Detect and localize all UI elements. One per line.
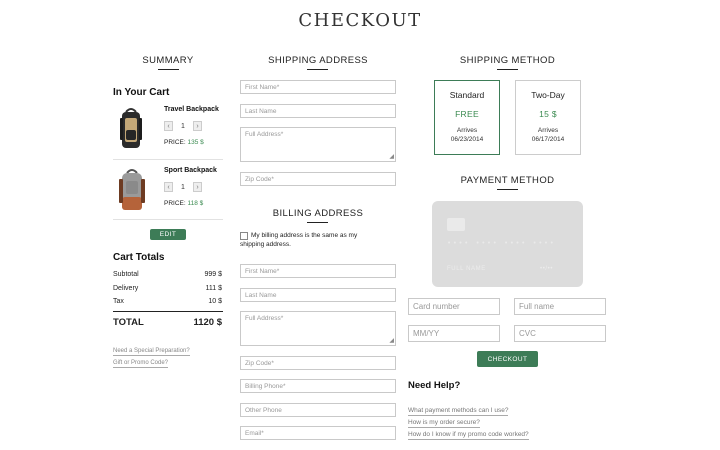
qty-increase-button[interactable]: › [193, 121, 202, 131]
billing-other-phone-input[interactable]: Other Phone [240, 403, 396, 417]
price-row: PRICE: 135 $ [164, 139, 204, 146]
promo-code-link[interactable]: Gift or Promo Code? [113, 360, 169, 368]
cart-item-divider [113, 219, 223, 220]
credit-card-preview: •••• •••• •••• •••• FULL NAME ••/•• [432, 201, 583, 287]
card-name-placeholder: FULL NAME [447, 266, 486, 272]
option-price: FREE [455, 109, 479, 119]
help-link-wrap: How do I know if my promo code worked? [408, 423, 529, 441]
card-expiry-input[interactable]: MM/YY [408, 325, 500, 342]
card-number-mask: •••• •••• •••• •••• [447, 240, 556, 248]
payment-method-divider [497, 189, 518, 190]
price-label: PRICE: [164, 200, 186, 207]
summary-divider [158, 69, 179, 70]
shipping-address-divider [307, 69, 328, 70]
promo-link-wrap: Gift or Promo Code? [113, 351, 169, 369]
subtotal-row: Subtotal 999 $ [113, 271, 222, 278]
delivery-value: 111 $ [205, 285, 222, 292]
shipping-option-standard[interactable]: Standard FREE Arrives 06/23/2014 [434, 80, 500, 155]
placeholder-text: Full Address* [245, 131, 284, 138]
need-help-heading: Need Help? [408, 380, 461, 391]
edit-cart-button[interactable]: EDIT [150, 229, 186, 240]
shipping-full-address-textarea[interactable]: Full Address* ◢ [240, 127, 396, 162]
qty-value[interactable]: 1 [173, 123, 193, 130]
billing-phone-input[interactable]: Billing Phone* [240, 379, 396, 393]
cart-item-travel-backpack: Travel Backpack ‹ 1 › PRICE: 135 $ [113, 103, 223, 158]
quantity-stepper: ‹ 1 › [164, 182, 202, 192]
price-row: PRICE: 118 $ [164, 200, 203, 207]
card-chip-icon [447, 218, 465, 231]
billing-last-name-input[interactable]: Last Name [240, 288, 396, 302]
delivery-row: Delivery 111 $ [113, 285, 222, 292]
billing-email-input[interactable]: Email* [240, 426, 396, 440]
price-value: 118 $ [187, 200, 204, 207]
product-name: Sport Backpack [164, 167, 217, 174]
shipping-last-name-input[interactable]: Last Name [240, 104, 396, 118]
price-value: 135 $ [187, 139, 204, 146]
option-date: 06/23/2014 [450, 136, 484, 143]
payment-method-heading: PAYMENT METHOD [460, 175, 555, 186]
totals-divider [113, 311, 223, 312]
billing-full-address-textarea[interactable]: Full Address* ◢ [240, 311, 396, 346]
subtotal-value: 999 $ [204, 271, 222, 278]
tax-value: 10 $ [208, 298, 222, 305]
quantity-stepper: ‹ 1 › [164, 121, 202, 131]
cart-item-divider [113, 159, 223, 160]
qty-increase-button[interactable]: › [193, 182, 202, 192]
in-cart-heading: In Your Cart [113, 87, 170, 98]
checkout-button[interactable]: CHECKOUT [477, 351, 538, 367]
billing-first-name-input[interactable]: First Name* [240, 264, 396, 278]
page-title: CHECKOUT [298, 10, 422, 31]
sport-backpack-image [119, 169, 145, 210]
card-number-input[interactable]: Card number [408, 298, 500, 315]
card-cvc-input[interactable]: CVC [514, 325, 606, 342]
total-value: 1120 $ [193, 317, 222, 328]
shipping-address-heading: SHIPPING ADDRESS [268, 55, 368, 66]
total-label: TOTAL [113, 317, 144, 328]
total-row: TOTAL 1120 $ [113, 317, 222, 328]
subtotal-label: Subtotal [113, 271, 139, 278]
card-full-name-input[interactable]: Full name [514, 298, 606, 315]
qty-decrease-button[interactable]: ‹ [164, 121, 173, 131]
option-date: 06/17/2014 [531, 136, 565, 143]
option-arrives-label: Arrives [537, 127, 559, 134]
shipping-zip-input[interactable]: Zip Code* [240, 172, 396, 186]
summary-heading: SUMMARY [142, 55, 194, 66]
billing-address-divider [307, 222, 328, 223]
shipping-method-heading: SHIPPING METHOD [459, 55, 556, 66]
same-address-label: My billing address is the same as my shi… [240, 232, 358, 248]
card-expiry-mask: ••/•• [540, 266, 554, 272]
product-name: Travel Backpack [164, 106, 219, 113]
option-price: 15 $ [539, 109, 557, 119]
option-arrives-label: Arrives [456, 127, 478, 134]
cart-totals-heading: Cart Totals [113, 252, 165, 263]
option-name: Two-Day [531, 90, 565, 100]
tax-row: Tax 10 $ [113, 298, 222, 305]
price-label: PRICE: [164, 139, 186, 146]
option-name: Standard [449, 90, 485, 100]
resize-grip-icon[interactable]: ◢ [389, 154, 394, 160]
billing-zip-input[interactable]: Zip Code* [240, 356, 396, 370]
help-link-promo-code[interactable]: How do I know if my promo code worked? [408, 431, 529, 440]
shipping-method-divider [497, 69, 518, 70]
resize-grip-icon[interactable]: ◢ [389, 338, 394, 344]
billing-address-heading: BILLING ADDRESS [272, 208, 364, 219]
qty-value[interactable]: 1 [173, 184, 193, 191]
tax-label: Tax [113, 298, 124, 305]
travel-backpack-image [120, 108, 142, 148]
qty-decrease-button[interactable]: ‹ [164, 182, 173, 192]
delivery-label: Delivery [113, 285, 139, 292]
cart-item-sport-backpack: Sport Backpack ‹ 1 › PRICE: 118 $ [113, 164, 223, 219]
placeholder-text: Full Address* [245, 315, 284, 322]
shipping-option-two-day[interactable]: Two-Day 15 $ Arrives 06/17/2014 [515, 80, 581, 155]
shipping-first-name-input[interactable]: First Name* [240, 80, 396, 94]
